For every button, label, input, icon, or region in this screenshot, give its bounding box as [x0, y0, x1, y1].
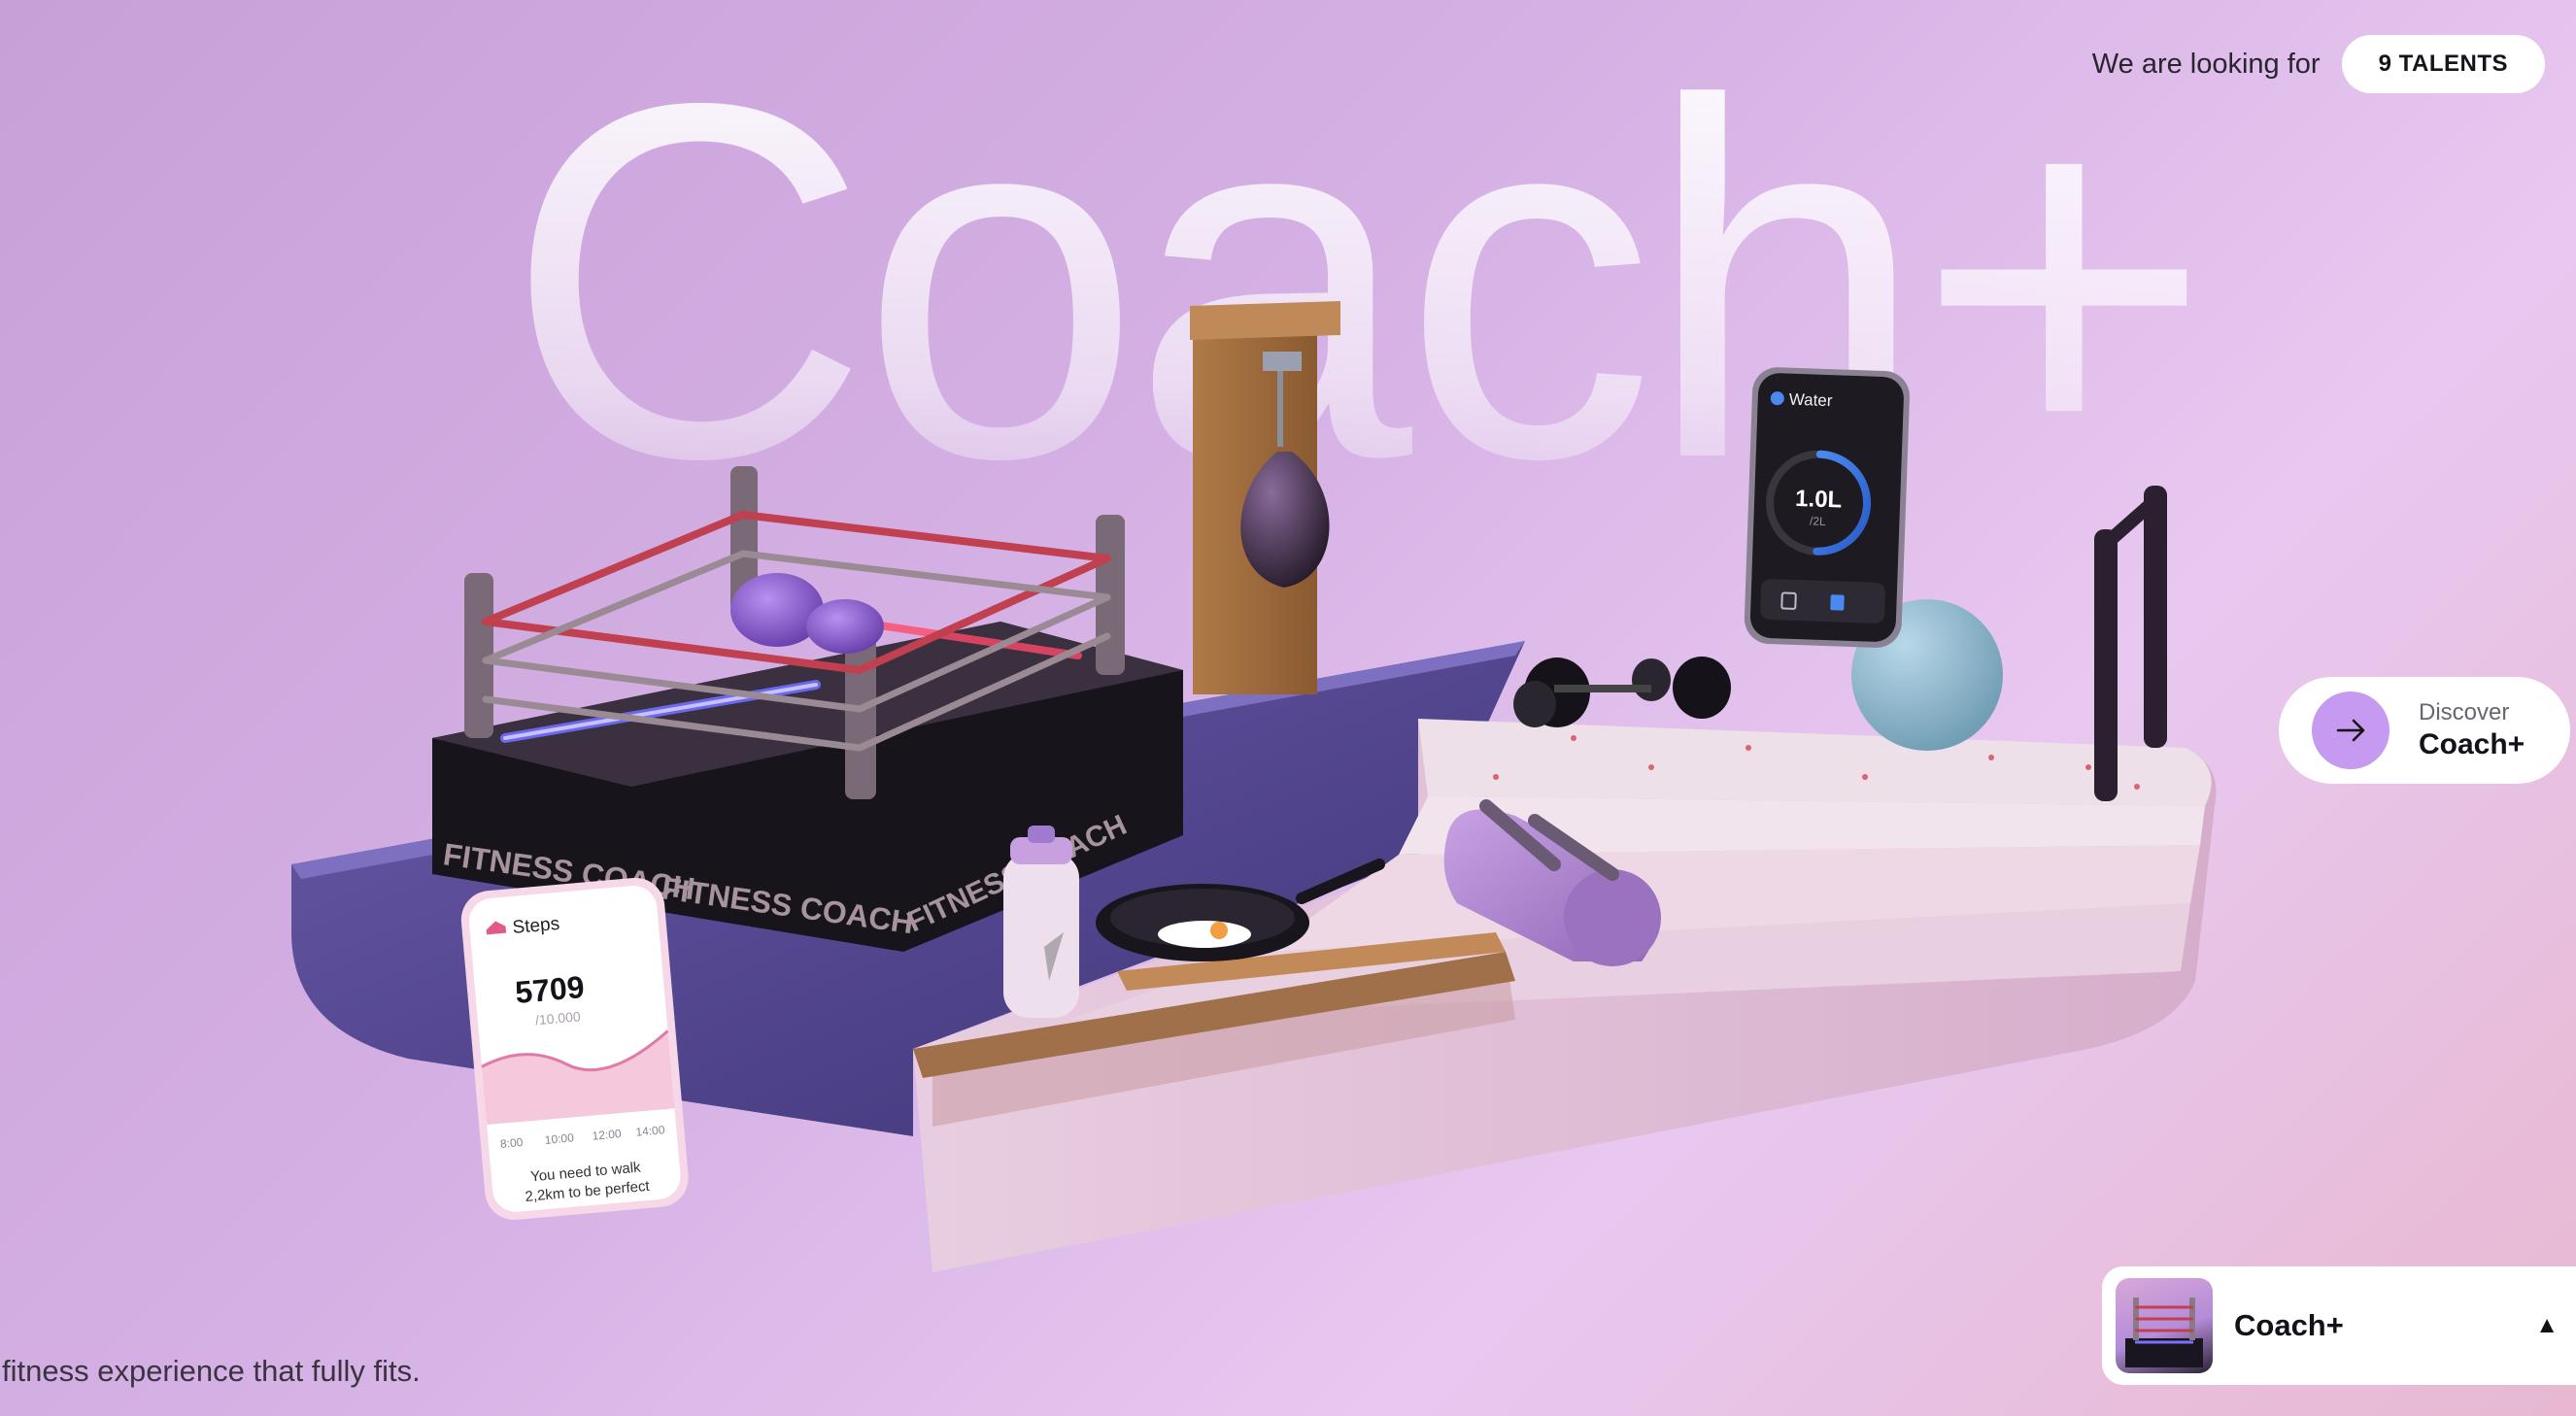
water-card-title: Water — [1788, 390, 1833, 411]
project-selector[interactable]: Coach+ ▲ — [2102, 1266, 2576, 1385]
arrow-right-icon — [2312, 691, 2390, 769]
recruiting-banner: We are looking for 9 TALENTS — [2092, 35, 2545, 93]
cup-icon — [1830, 594, 1845, 611]
water-value: 1.0L — [1795, 486, 1843, 514]
talents-button[interactable]: 9 TALENTS — [2341, 35, 2545, 93]
steps-value: 5709 — [514, 969, 586, 1010]
steps-time-1: 10:00 — [544, 1130, 574, 1147]
fitness-scene-illustration: FITNESS COACH FITNESS COACH FITNESS COAC… — [291, 301, 2217, 1272]
steps-time-0: 8:00 — [499, 1135, 524, 1151]
tagline: fitness experience that fully fits. — [2, 1354, 421, 1388]
discover-label: Discover — [2419, 699, 2510, 725]
project-title: Coach+ — [2234, 1308, 2344, 1342]
discover-button[interactable]: Discover Coach+ — [2279, 677, 2570, 784]
steps-card-title: Steps — [512, 914, 560, 938]
looking-for-text: We are looking for — [2091, 48, 2321, 80]
caret-up-icon[interactable]: ▲ — [2535, 1312, 2559, 1339]
steps-time-2: 12:00 — [592, 1127, 622, 1143]
project-thumbnail — [2116, 1278, 2213, 1373]
discover-project-name: Coach+ — [2419, 728, 2525, 760]
water-goal: /2L — [1810, 514, 1826, 528]
steps-time-3: 14:00 — [635, 1123, 665, 1139]
